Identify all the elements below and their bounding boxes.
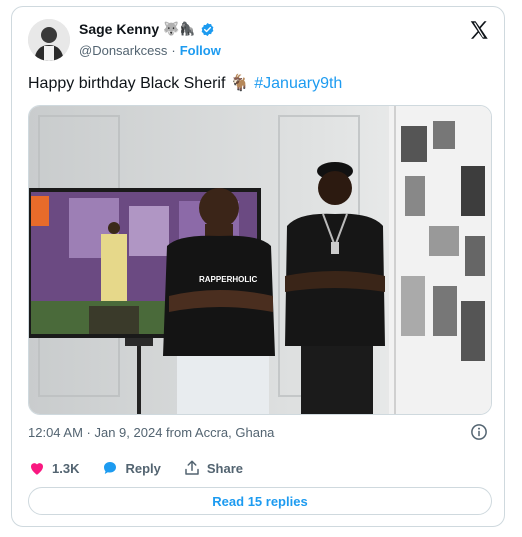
like-count: 1.3K (52, 460, 80, 476)
heart-icon (31, 463, 43, 475)
hashtag-link[interactable]: #January9th (254, 75, 342, 92)
tweet-text: Happy birthday Black Sherif 🐐 #January9t… (28, 73, 342, 93)
verified-badge-icon (201, 22, 213, 36)
handle-row: @Donsarkcess · Follow (79, 43, 221, 58)
shirt-print: RAPPERHOLIC (199, 275, 257, 284)
reply-bubble-icon (104, 462, 117, 474)
tweet-body: Happy birthday Black Sherif 🐐 (28, 75, 250, 92)
read-replies-button[interactable]: Read 15 replies (28, 487, 492, 515)
avatar[interactable] (28, 19, 70, 61)
photo-illustration: RAPPERHOLIC (29, 106, 491, 414)
author-name[interactable]: Sage Kenny (79, 21, 159, 37)
action-bar: 1.3K Reply Share (28, 459, 265, 477)
tweet-card: Sage Kenny 🐺🦍 @Donsarkcess · Follow Happ… (11, 6, 505, 527)
share-button[interactable]: Share (183, 459, 243, 477)
tweet-timestamp[interactable]: 12:04 AM · Jan 9, 2024 from Accra, Ghana (28, 425, 274, 440)
share-upload-icon (185, 460, 199, 475)
author-name-row[interactable]: Sage Kenny 🐺🦍 (79, 21, 215, 37)
follow-button[interactable]: Follow (180, 43, 221, 58)
author-name-emojis: 🐺🦍 (163, 21, 196, 36)
info-icon[interactable] (470, 423, 488, 441)
author-handle[interactable]: @Donsarkcess (79, 43, 167, 58)
like-button[interactable]: 1.3K (28, 459, 79, 477)
x-logo-icon[interactable] (468, 19, 490, 41)
reply-button[interactable]: Reply (101, 459, 161, 477)
share-label: Share (206, 460, 244, 476)
separator-dot: · (171, 43, 176, 58)
tweet-photo[interactable]: RAPPERHOLIC (28, 105, 492, 415)
reply-label: Reply (125, 460, 161, 476)
